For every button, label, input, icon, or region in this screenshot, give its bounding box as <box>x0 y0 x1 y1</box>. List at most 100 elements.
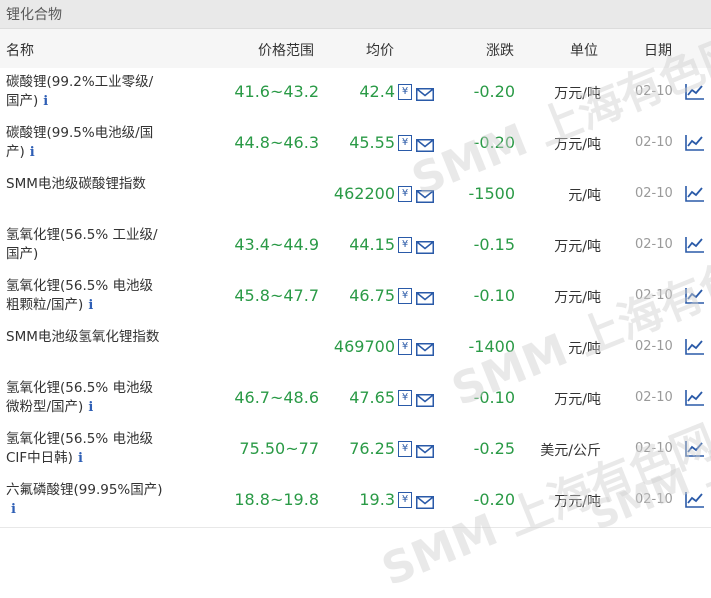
price-change: -0.20 <box>473 490 515 509</box>
table-row[interactable]: SMM电池级碳酸锂指数 462200 ¥ -1500 元/吨 02-10 <box>0 170 711 222</box>
calendar-price-icon[interactable]: ¥ <box>398 237 412 253</box>
product-name-text[interactable]: SMM电池级氢氧化锂指数 <box>6 329 159 345</box>
price-change: -1500 <box>468 184 516 203</box>
info-icon[interactable]: i <box>43 92 48 111</box>
avg-price: 44.15 <box>349 235 395 254</box>
row-actions: ¥ <box>398 339 436 357</box>
product-name[interactable]: 氢氧化锂(56.5% 电池级微粉型/国产) i <box>6 379 164 417</box>
trend-chart-icon[interactable] <box>685 185 705 202</box>
trend-chart-icon[interactable] <box>685 338 705 355</box>
trend-chart-icon[interactable] <box>685 389 705 406</box>
product-name[interactable]: 六氟磷酸锂(99.95%国产) i <box>6 481 164 519</box>
info-icon[interactable]: i <box>88 398 93 417</box>
trend-chart-icon[interactable] <box>685 491 705 508</box>
avg-price: 42.4 <box>359 82 395 101</box>
price-change: -0.10 <box>473 388 515 407</box>
mail-icon[interactable] <box>416 137 434 152</box>
table-row[interactable]: 氢氧化锂(56.5% 电池级粗颗粒/国产) i 45.8~47.7 46.75 ¥ -0.… <box>0 272 711 324</box>
unit: 元/吨 <box>568 341 601 357</box>
table-row[interactable]: 氢氧化锂(56.5% 工业级/国产) 43.4~44.9 44.15 ¥ -0.15 万元… <box>0 221 711 273</box>
calendar-price-icon[interactable]: ¥ <box>398 339 412 355</box>
table-row[interactable]: 碳酸锂(99.2%工业零级/国产) i 41.6~43.2 42.4 ¥ -0.20 万元/… <box>0 68 711 120</box>
header-change: 涨跌 <box>486 43 514 59</box>
info-icon[interactable]: i <box>78 449 83 468</box>
unit: 万元/吨 <box>554 290 601 306</box>
product-name-text[interactable]: 六氟磷酸锂(99.95%国产) <box>6 482 163 498</box>
price-range: 44.8~46.3 <box>234 133 319 152</box>
unit: 万元/吨 <box>554 392 601 408</box>
product-name[interactable]: 氢氧化锂(56.5% 电池级粗颗粒/国产) i <box>6 277 164 315</box>
date: 02-10 <box>635 339 673 354</box>
table-row[interactable]: 六氟磷酸锂(99.95%国产) i 18.8~19.8 19.3 ¥ -0.20 万元/吨 0… <box>0 476 711 528</box>
avg-price: 19.3 <box>359 490 395 509</box>
table-row[interactable]: 氢氧化锂(56.5% 电池级CIF中日韩) i 75.50~77 76.25 ¥ -0.2… <box>0 425 711 477</box>
info-icon[interactable]: i <box>30 143 35 162</box>
mail-icon[interactable] <box>416 443 434 458</box>
avg-price: 469700 <box>333 337 395 356</box>
calendar-price-icon[interactable]: ¥ <box>398 288 412 304</box>
date: 02-10 <box>635 390 673 405</box>
calendar-price-icon[interactable]: ¥ <box>398 492 412 508</box>
product-name[interactable]: 碳酸锂(99.5%电池级/国产) i <box>6 124 164 162</box>
date: 02-10 <box>635 492 673 507</box>
date: 02-10 <box>635 441 673 456</box>
row-actions: ¥ <box>398 288 436 306</box>
price-range: 45.8~47.7 <box>234 286 319 305</box>
date: 02-10 <box>635 135 673 150</box>
section-title: 锂化合物 <box>6 7 62 23</box>
title-bar: 锂化合物 <box>0 0 711 29</box>
trend-chart-icon[interactable] <box>685 134 705 151</box>
calendar-price-icon[interactable]: ¥ <box>398 441 412 457</box>
mail-icon[interactable] <box>416 494 434 509</box>
date: 02-10 <box>635 84 673 99</box>
product-name-text[interactable]: 氢氧化锂(56.5% 工业级/国产) <box>6 227 158 262</box>
row-actions: ¥ <box>398 441 436 459</box>
info-icon[interactable]: i <box>11 500 16 519</box>
mail-icon[interactable] <box>416 341 434 356</box>
table-row[interactable]: SMM电池级氢氧化锂指数 469700 ¥ -1400 元/吨 02-10 <box>0 323 711 375</box>
header-price-range: 价格范围 <box>258 43 314 59</box>
price-range: 18.8~19.8 <box>234 490 319 509</box>
mail-icon[interactable] <box>416 392 434 407</box>
date: 02-10 <box>635 237 673 252</box>
mail-icon[interactable] <box>416 239 434 254</box>
table-row[interactable]: 碳酸锂(99.5%电池级/国产) i 44.8~46.3 45.55 ¥ -0.20 万元/… <box>0 119 711 171</box>
product-name-text[interactable]: SMM电池级碳酸锂指数 <box>6 176 146 192</box>
product-name-text[interactable]: 碳酸锂(99.5%电池级/国产) <box>6 125 153 160</box>
product-name[interactable]: 氢氧化锂(56.5% 电池级CIF中日韩) i <box>6 430 164 468</box>
calendar-price-icon[interactable]: ¥ <box>398 135 412 151</box>
mail-icon[interactable] <box>416 188 434 203</box>
trend-chart-icon[interactable] <box>685 440 705 457</box>
calendar-price-icon[interactable]: ¥ <box>398 84 412 100</box>
trend-chart-icon[interactable] <box>685 83 705 100</box>
product-name-text[interactable]: 氢氧化锂(56.5% 电池级微粉型/国产) <box>6 380 153 415</box>
price-range: 75.50~77 <box>239 439 319 458</box>
avg-price: 76.25 <box>349 439 395 458</box>
unit: 万元/吨 <box>554 494 601 510</box>
avg-price: 45.55 <box>349 133 395 152</box>
product-name[interactable]: 氢氧化锂(56.5% 工业级/国产) <box>6 226 164 264</box>
row-actions: ¥ <box>398 492 436 510</box>
calendar-price-icon[interactable]: ¥ <box>398 390 412 406</box>
product-name-text[interactable]: 氢氧化锂(56.5% 电池级粗颗粒/国产) <box>6 278 153 313</box>
mail-icon[interactable] <box>416 290 434 305</box>
price-change: -0.10 <box>473 286 515 305</box>
header-avg: 均价 <box>366 43 394 59</box>
trend-chart-icon[interactable] <box>685 236 705 253</box>
product-name-text[interactable]: 碳酸锂(99.2%工业零级/国产) <box>6 74 153 109</box>
unit: 万元/吨 <box>554 86 601 102</box>
calendar-price-icon[interactable]: ¥ <box>398 186 412 202</box>
price-change: -0.20 <box>473 133 515 152</box>
table-header: 名称 价格范围 均价 涨跌 单位 日期 <box>0 29 711 69</box>
row-actions: ¥ <box>398 84 436 102</box>
trend-chart-icon[interactable] <box>685 287 705 304</box>
table-row[interactable]: 氢氧化锂(56.5% 电池级微粉型/国产) i 46.7~48.6 47.65 ¥ -0.… <box>0 374 711 426</box>
product-name[interactable]: 碳酸锂(99.2%工业零级/国产) i <box>6 73 164 111</box>
mail-icon[interactable] <box>416 86 434 101</box>
row-actions: ¥ <box>398 186 436 204</box>
product-name[interactable]: SMM电池级氢氧化锂指数 <box>6 328 164 347</box>
header-date: 日期 <box>644 43 672 59</box>
product-name[interactable]: SMM电池级碳酸锂指数 <box>6 175 164 194</box>
info-icon[interactable]: i <box>88 296 93 315</box>
header-name: 名称 <box>6 43 34 59</box>
